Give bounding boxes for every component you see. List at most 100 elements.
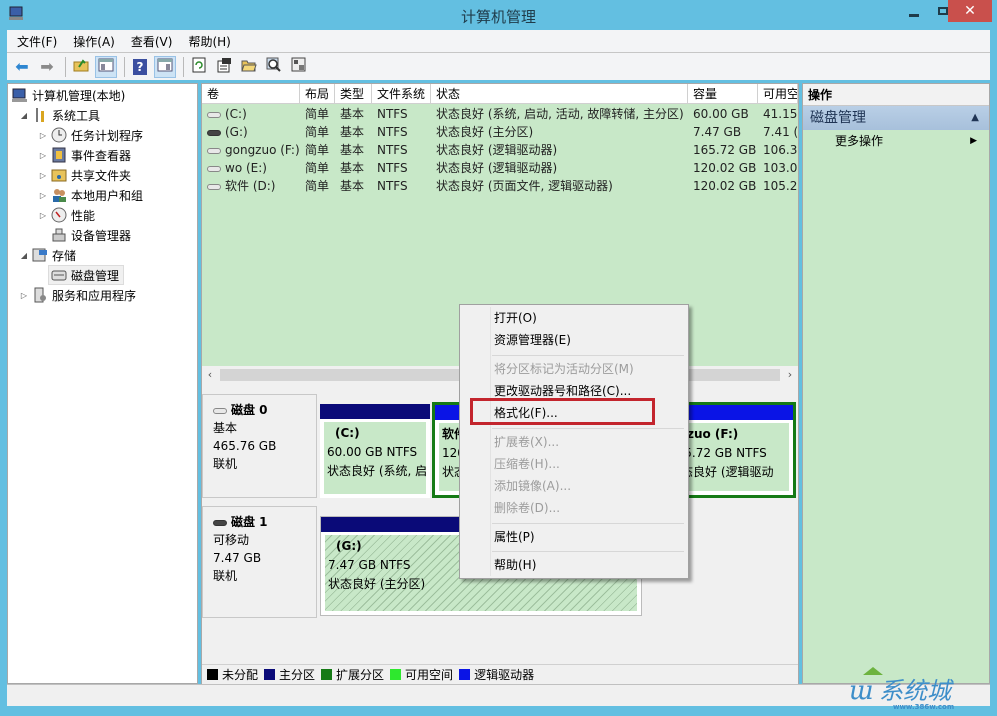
tree-item-storage[interactable]: ◢ 存储 [18,245,76,265]
collapsed-icon[interactable]: ▷ [18,291,30,300]
expanded-icon[interactable]: ◢ [18,251,30,260]
close-icon: ✕ [964,3,976,19]
tree-item-event-viewer[interactable]: ▷ 事件查看器 [37,145,131,165]
legend-swatch-extended [321,669,333,680]
menu-item-add-mirror[interactable]: 添加镜像(A)... [494,475,571,497]
tree-item-computer-management[interactable]: 计算机管理(本地) [10,85,125,105]
show-hide-tree-icon [98,58,114,76]
scroll-left-icon[interactable]: ‹ [202,366,218,384]
forward-button[interactable]: ➡ [36,56,58,78]
refresh-button[interactable] [188,56,210,78]
cell-free: 103.0 [763,161,798,175]
menu-item-help[interactable]: 帮助(H) [494,554,536,576]
tree-item-services-apps[interactable]: ▷ 服务和应用程序 [18,285,136,305]
properties-icon [216,57,232,77]
tree-item-disk-management[interactable]: 磁盘管理 [48,265,125,285]
menu-help[interactable]: 帮助(H) [188,33,230,50]
close-button[interactable]: ✕ [948,0,992,22]
minimize-button[interactable] [900,0,928,22]
cell-capacity: 60.00 GB [693,107,749,121]
collapsed-icon[interactable]: ▷ [37,211,49,220]
tree-item-device-manager[interactable]: 设备管理器 [49,225,131,245]
menu-action[interactable]: 操作(A) [73,33,115,50]
show-hide-tree-button[interactable] [95,55,117,78]
legend-label: 主分区 [279,668,316,682]
column-capacity[interactable]: 容量 [688,84,758,104]
column-layout[interactable]: 布局 [300,84,335,104]
toolbar-separator [124,56,125,77]
tree-item-performance[interactable]: ▷ 性能 [37,205,95,225]
column-type[interactable]: 类型 [335,84,372,104]
title-bar: 计算机管理 ✕ [0,0,997,30]
partition-c[interactable]: (C:) 60.00 GB NTFS 状态良好 (系统, 启 [320,404,430,498]
tree-label: 磁盘管理 [71,268,120,283]
volume-row[interactable]: (C:) 简单 基本 NTFS 状态良好 (系统, 启动, 活动, 故障转储, 主分区)… [202,105,798,123]
tree-label: 设备管理器 [71,228,132,243]
tree-item-task-scheduler[interactable]: ▷ 任务计划程序 [37,125,143,145]
column-free-space[interactable]: 可用空 [758,84,798,104]
show-hide-action-pane-button[interactable] [154,55,176,78]
menu-item-properties[interactable]: 属性(P) [494,526,535,548]
more-actions-item[interactable]: 更多操作 ▶ [803,130,989,152]
volume-row[interactable]: wo (E:) 简单 基本 NTFS 状态良好 (逻辑驱动器) 120.02 GB 103.… [202,159,798,177]
scroll-right-icon[interactable]: › [782,366,798,384]
tree-label: 任务计划程序 [71,128,144,143]
column-volume[interactable]: 卷 [202,84,300,104]
show-hide-action-pane-icon [157,58,173,76]
tree-label: 事件查看器 [71,148,132,163]
column-status[interactable]: 状态 [431,84,688,104]
menu-item-extend-volume[interactable]: 扩展卷(X)... [494,431,559,453]
settings-button[interactable] [288,56,310,78]
disk-size: 7.47 GB [213,551,262,565]
cell-capacity: 165.72 GB [693,143,757,157]
volume-name: wo (E:) [225,161,267,175]
up-button[interactable] [70,56,92,78]
tools-icon [32,107,48,123]
help-button[interactable]: ? [129,56,151,78]
collapsed-icon[interactable]: ▷ [37,171,49,180]
legend-label: 逻辑驱动器 [474,668,535,682]
actions-section-disk-management[interactable]: 磁盘管理 ▲ [803,106,989,130]
tree-item-system-tools[interactable]: ◢ 系统工具 [18,105,100,125]
collapsed-icon[interactable]: ▷ [37,151,49,160]
tree-item-local-users[interactable]: ▷ 本地用户和组 [37,185,143,205]
services-icon [32,287,48,303]
navigation-tree: 计算机管理(本地) ◢ 系统工具 ▷ 任务计划程序 ▷ 事件查看器 ▷ 共享文件… [7,83,198,684]
tree-item-shared-folders[interactable]: ▷ 共享文件夹 [37,165,131,185]
legend: 未分配 主分区 扩展分区 可用空间 逻辑驱动器 [202,664,798,684]
menu-item-explorer[interactable]: 资源管理器(E) [494,329,571,351]
menu-file[interactable]: 文件(F) [17,33,57,50]
disk-kind: 可移动 [213,533,250,547]
disk-1-label[interactable]: 磁盘 1 可移动 7.47 GB 联机 [202,506,317,618]
partition-f[interactable]: gongzuo (F:) 165.72 GB NTFS 状态良好 (逻辑驱动 [675,405,793,495]
cell-vol: wo (E:) [202,159,300,177]
menu-view[interactable]: 查看(V) [131,33,173,50]
legend-swatch-primary [264,669,276,680]
volume-row[interactable]: 软件 (D:) 简单 基本 NTFS 状态良好 (页面文件, 逻辑驱动器) 120.02 … [202,177,798,195]
event-log-icon [51,147,67,163]
collapsed-icon[interactable]: ▷ [37,191,49,200]
expanded-icon[interactable]: ◢ [18,111,30,120]
menu-item-open[interactable]: 打开(O) [494,307,537,329]
menu-item-mark-active[interactable]: 将分区标记为活动分区(M) [494,358,634,380]
cell-status: 状态良好 (逻辑驱动器) [436,161,558,175]
volume-row[interactable]: gongzuo (F:) 简单 基本 NTFS 状态良好 (逻辑驱动器) 165.72 G… [202,141,798,159]
properties-button[interactable] [213,56,235,78]
menu-item-delete-volume[interactable]: 删除卷(D)... [494,497,560,519]
menu-item-shrink-volume[interactable]: 压缩卷(H)... [494,453,560,475]
disk-0-label[interactable]: 磁盘 0 基本 465.76 GB 联机 [202,394,317,498]
collapsed-icon[interactable]: ▷ [37,131,49,140]
disk-kind: 基本 [213,421,238,435]
collapse-up-icon[interactable]: ▲ [971,106,979,130]
volume-row[interactable]: (G:) 简单 基本 NTFS 状态良好 (主分区) 7.47 GB 7.41 ( [202,123,798,141]
window-title: 计算机管理 [460,8,536,26]
back-button[interactable]: ⬅ [11,56,33,78]
column-filesystem[interactable]: 文件系统 [372,84,431,104]
drive-icon [207,165,221,172]
volume-list-header: 卷 布局 类型 文件系统 状态 容量 可用空 [202,84,798,104]
cell-vol: (G:) [202,123,300,141]
open-button[interactable] [238,56,260,78]
search-button[interactable] [263,56,285,78]
minimize-icon [909,13,919,17]
legend-swatch-free-space [390,669,402,680]
